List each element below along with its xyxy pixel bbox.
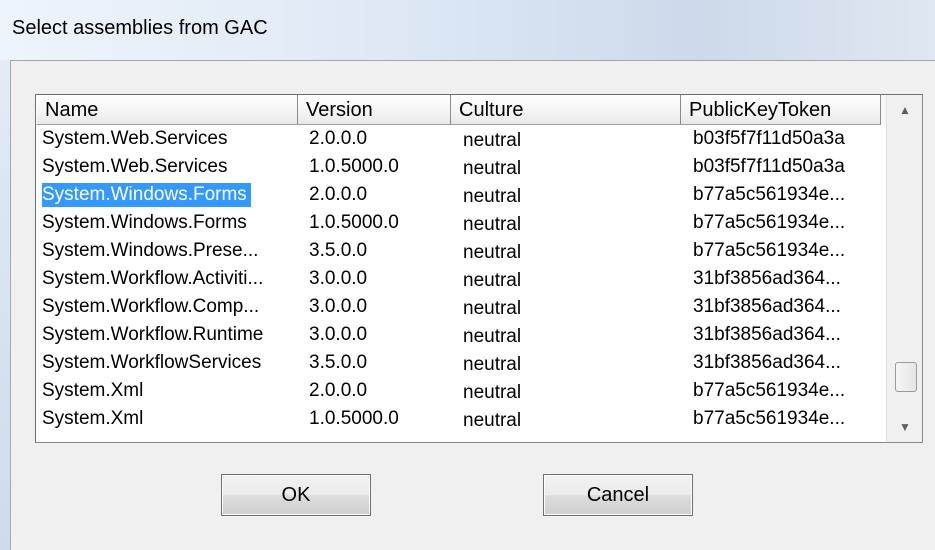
cell-version: 3.0.0.0: [309, 268, 368, 289]
cell-version: 1.0.5000.0: [309, 408, 399, 429]
cell-version: 3.0.0.0: [309, 324, 368, 345]
column-header-publickeytoken[interactable]: PublicKeyToken: [681, 95, 881, 125]
cell-publickeytoken: b03f5f7f11d50a3a: [693, 128, 845, 149]
cell-publickeytoken: 31bf3856ad364...: [693, 352, 841, 373]
column-header-culture[interactable]: Culture: [451, 95, 681, 125]
cell-name: System.Web.Services: [42, 156, 228, 177]
list-rows: System.Web.Services 2.0.0.0 neutral b03f5f7…: [36, 125, 886, 433]
table-row[interactable]: System.Xml 1.0.5000.0 neutral b77a5c561934e…: [36, 405, 886, 433]
cancel-button[interactable]: Cancel: [543, 474, 693, 516]
cell-culture: neutral: [463, 326, 522, 347]
cell-name: System.Windows.Forms: [42, 212, 247, 233]
cell-culture: neutral: [463, 298, 522, 319]
cell-version: 1.0.5000.0: [309, 156, 399, 177]
cell-name: System.Web.Services: [42, 128, 228, 149]
cell-name: System.Workflow.Activiti...: [42, 268, 264, 289]
cell-version: 2.0.0.0: [309, 128, 368, 149]
title-bar[interactable]: Select assemblies from GAC: [0, 0, 935, 60]
ok-button[interactable]: OK: [221, 474, 371, 516]
cell-name: System.Xml: [42, 380, 144, 401]
vertical-scrollbar[interactable]: ▲ ▼: [886, 95, 922, 442]
cell-name: System.Xml: [42, 408, 144, 429]
scroll-down-arrow-icon[interactable]: ▼: [887, 412, 922, 442]
table-row[interactable]: System.Web.Services 2.0.0.0 neutral b03f5f7…: [36, 125, 886, 153]
cell-name: System.Windows.Forms: [42, 181, 290, 209]
table-row[interactable]: System.Windows.Forms 2.0.0.0 neutral b77a5c…: [36, 181, 886, 209]
cell-culture: neutral: [463, 354, 522, 375]
list-header: Name Version Culture PublicKeyToken: [36, 95, 886, 125]
scroll-thumb[interactable]: [895, 362, 917, 392]
cell-publickeytoken: 31bf3856ad364...: [693, 268, 841, 289]
window-title: Select assemblies from GAC: [12, 17, 268, 39]
cell-publickeytoken: b77a5c561934e...: [693, 380, 846, 401]
table-row[interactable]: System.Xml 2.0.0.0 neutral b77a5c561934e...: [36, 377, 886, 405]
cell-culture: neutral: [463, 186, 522, 207]
cell-publickeytoken: b77a5c561934e...: [693, 212, 846, 233]
cell-culture: neutral: [463, 130, 522, 151]
cell-publickeytoken: b77a5c561934e...: [693, 184, 846, 205]
assembly-list[interactable]: Name Version Culture PublicKeyToken Syst…: [35, 94, 923, 443]
cell-version: 1.0.5000.0: [309, 212, 399, 233]
column-header-version[interactable]: Version: [298, 95, 451, 125]
cell-name: System.Workflow.Comp...: [42, 296, 260, 317]
cell-culture: neutral: [463, 382, 522, 403]
dialog-window: Select assemblies from GAC Name Version …: [0, 0, 935, 550]
table-row[interactable]: System.Workflow.Activiti... 3.0.0.0 neutra…: [36, 265, 886, 293]
cell-culture: neutral: [463, 410, 522, 431]
table-row[interactable]: System.Web.Services 1.0.5000.0 neutral b03f…: [36, 153, 886, 181]
cell-version: 2.0.0.0: [309, 380, 368, 401]
cell-name: System.Windows.Prese...: [42, 240, 259, 261]
cell-culture: neutral: [463, 270, 522, 291]
cell-culture: neutral: [463, 214, 522, 235]
column-header-name[interactable]: Name: [36, 95, 298, 125]
cell-culture: neutral: [463, 242, 522, 263]
cell-publickeytoken: b77a5c561934e...: [693, 240, 846, 261]
table-row[interactable]: System.Workflow.Comp... 3.0.0.0 neutral 31b…: [36, 293, 886, 321]
scroll-up-arrow-icon[interactable]: ▲: [887, 95, 922, 125]
cell-name: System.WorkflowServices: [42, 352, 262, 373]
cell-version: 2.0.0.0: [309, 184, 368, 205]
cell-name: System.Workflow.Runtime: [42, 324, 264, 345]
cell-culture: neutral: [463, 158, 522, 179]
cell-publickeytoken: b77a5c561934e...: [693, 408, 846, 429]
cell-version: 3.5.0.0: [309, 352, 368, 373]
table-row[interactable]: System.Workflow.Runtime 3.0.0.0 neutral 31b…: [36, 321, 886, 349]
cell-publickeytoken: 31bf3856ad364...: [693, 324, 841, 345]
cell-version: 3.0.0.0: [309, 296, 368, 317]
table-row[interactable]: System.Windows.Prese... 3.5.0.0 neutral b77…: [36, 237, 886, 265]
cell-version: 3.5.0.0: [309, 240, 368, 261]
cell-publickeytoken: b03f5f7f11d50a3a: [693, 156, 845, 177]
table-row[interactable]: System.WorkflowServices 3.5.0.0 neutral 31b…: [36, 349, 886, 377]
cell-publickeytoken: 31bf3856ad364...: [693, 296, 841, 317]
table-row[interactable]: System.Windows.Forms 1.0.5000.0 neutral b77…: [36, 209, 886, 237]
